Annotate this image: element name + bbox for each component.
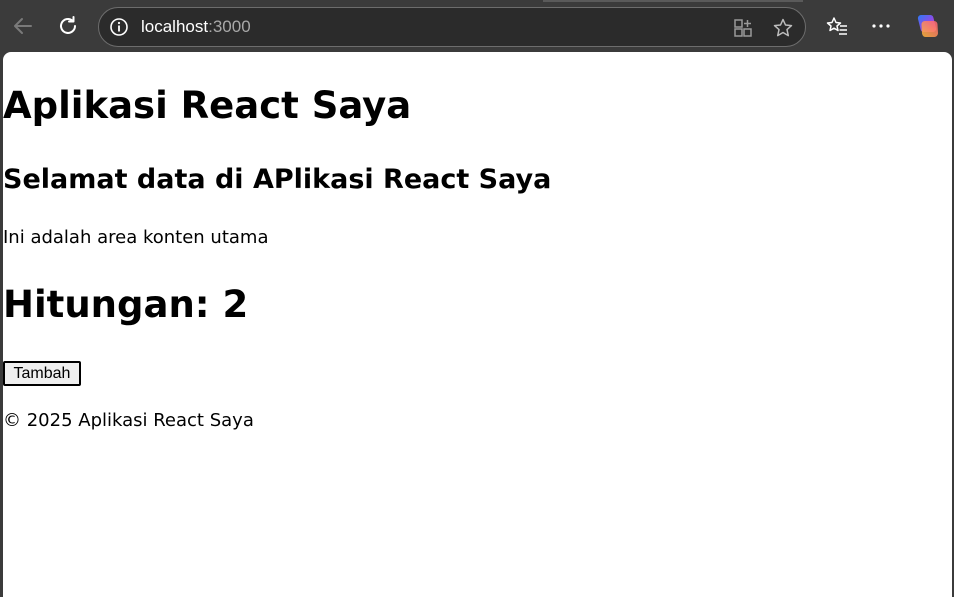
footer-text: © 2025 Aplikasi React Saya bbox=[3, 410, 254, 431]
content-text: Ini adalah area konten utama bbox=[3, 227, 269, 248]
add-button[interactable]: Tambah bbox=[3, 361, 81, 386]
star-icon[interactable] bbox=[772, 17, 794, 39]
url-host: localhost bbox=[141, 17, 209, 36]
url-text[interactable]: localhost:3000 bbox=[141, 17, 251, 37]
back-button[interactable] bbox=[7, 10, 39, 42]
welcome-heading: Selamat data di APlikasi React Saya bbox=[3, 164, 552, 195]
address-bar[interactable]: localhost:3000 bbox=[98, 7, 806, 47]
more-button[interactable] bbox=[865, 10, 897, 42]
reload-icon bbox=[60, 16, 76, 34]
copilot-button[interactable] bbox=[912, 10, 944, 42]
copilot-icon bbox=[917, 15, 938, 37]
counter-heading: Hitungan: 2 bbox=[3, 283, 249, 326]
favorites-icon bbox=[826, 17, 847, 35]
app-grid-icon[interactable] bbox=[732, 17, 754, 39]
url-port: :3000 bbox=[208, 17, 251, 36]
favorites-button[interactable] bbox=[821, 10, 853, 42]
info-icon[interactable] bbox=[109, 17, 129, 37]
tab-strip-edge bbox=[543, 0, 803, 2]
app-title: Aplikasi React Saya bbox=[3, 84, 412, 127]
more-icon bbox=[872, 24, 890, 28]
page-viewport: Aplikasi React Saya Selamat data di APli… bbox=[3, 52, 952, 597]
reload-button[interactable] bbox=[52, 10, 84, 42]
back-arrow-icon bbox=[14, 18, 32, 34]
browser-toolbar: localhost:3000 bbox=[0, 0, 954, 52]
